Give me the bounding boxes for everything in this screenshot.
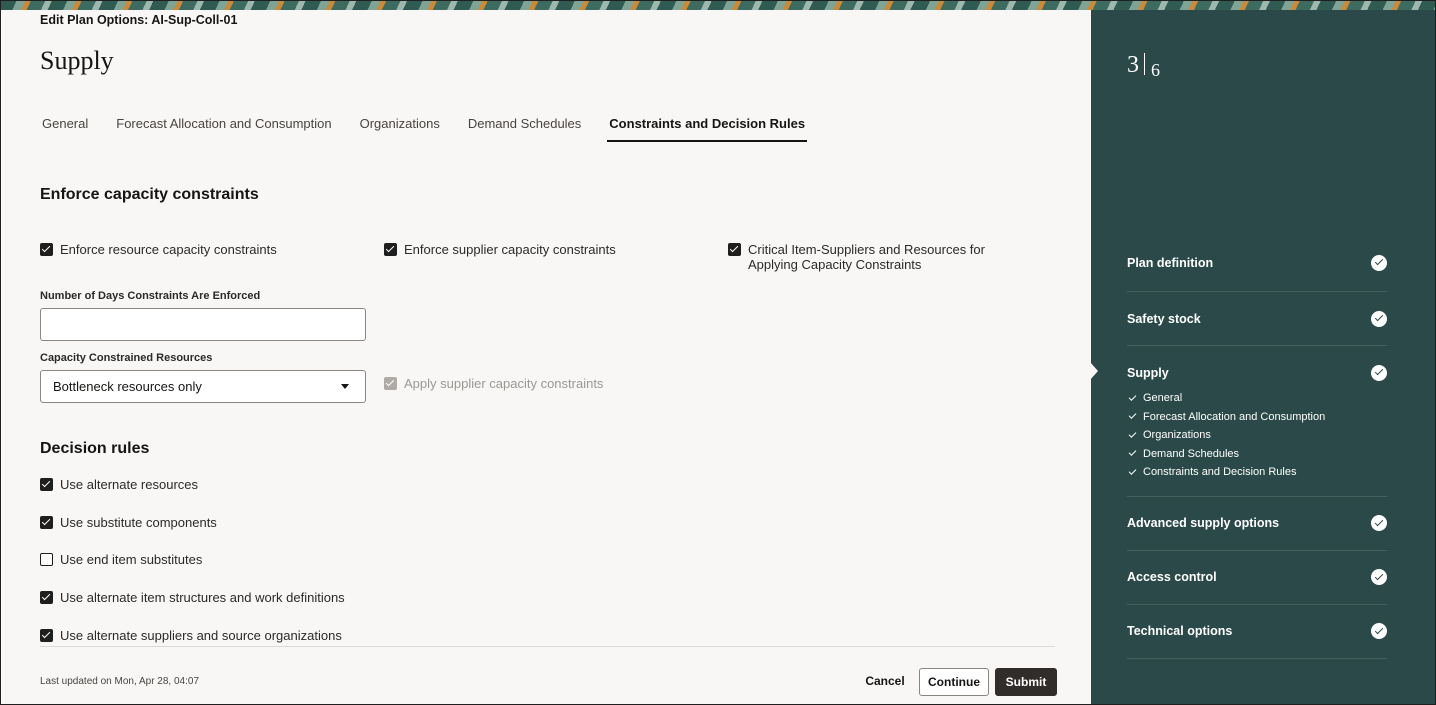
step-access-control[interactable]: Access control <box>1127 551 1387 605</box>
last-updated-text: Last updated on Mon, Apr 28, 04:07 <box>40 676 200 687</box>
capacity-constraints-heading: Enforce capacity constraints <box>40 186 259 203</box>
app-window: Edit Plan Options: AI-Sup-Coll-01 Supply… <box>0 0 1436 705</box>
substep-constraints-decision-rules[interactable]: Constraints and Decision Rules <box>1127 463 1387 482</box>
continue-button[interactable]: Continue <box>919 668 989 696</box>
constrained-resources-label: Capacity Constrained Resources <box>40 352 213 364</box>
supply-substeps: General Forecast Allocation and Consumpt… <box>1127 389 1387 496</box>
apply-supplier-capacity-checkbox: Apply supplier capacity constraints <box>384 376 603 391</box>
step-supply[interactable]: Supply General Forecast Allocation and C… <box>1127 346 1387 497</box>
step-label: Access control <box>1127 570 1217 584</box>
checkbox-label: Apply supplier capacity constraints <box>404 376 604 391</box>
step-list: Plan definition Safety stock Supply Gene… <box>1127 234 1387 659</box>
check-circle-icon <box>1371 623 1387 639</box>
check-circle-icon <box>1371 254 1387 271</box>
checkmark-icon <box>1128 392 1137 401</box>
current-step-number: 3 <box>1127 52 1139 78</box>
substep-general[interactable]: General <box>1127 389 1387 408</box>
checkbox-label: Use alternate resources <box>60 477 199 492</box>
checkbox-label: Use substitute components <box>60 515 217 530</box>
checkbox-checked-icon[interactable] <box>40 243 53 256</box>
cancel-button[interactable]: Cancel <box>860 668 910 694</box>
use-alternate-suppliers-checkbox[interactable]: Use alternate suppliers and source organ… <box>40 628 342 643</box>
checkbox-checked-icon[interactable] <box>728 243 741 256</box>
check-circle-icon <box>1371 364 1387 381</box>
substep-forecast-allocation[interactable]: Forecast Allocation and Consumption <box>1127 408 1387 427</box>
step-advanced-supply-options[interactable]: Advanced supply options <box>1127 497 1387 551</box>
step-label: Safety stock <box>1127 311 1201 326</box>
main-panel: Edit Plan Options: AI-Sup-Coll-01 Supply… <box>2 10 1091 704</box>
substep-demand-schedules[interactable]: Demand Schedules <box>1127 445 1387 464</box>
submit-button[interactable]: Submit <box>995 668 1057 696</box>
step-label: Supply <box>1127 365 1169 380</box>
caret-down-icon <box>341 384 349 389</box>
days-enforced-label: Number of Days Constraints Are Enforced <box>40 290 261 302</box>
checkbox-label: Enforce resource capacity constraints <box>60 242 277 257</box>
substep-label: Organizations <box>1143 429 1211 441</box>
tab-constraints-decision-rules[interactable]: Constraints and Decision Rules <box>607 116 808 142</box>
page-title: Supply <box>40 46 114 75</box>
substep-label: Forecast Allocation and Consumption <box>1143 410 1326 423</box>
checkbox-unchecked-icon[interactable] <box>40 553 53 566</box>
current-step-pointer <box>1090 362 1098 380</box>
enforce-resource-capacity-checkbox[interactable]: Enforce resource capacity constraints <box>40 242 277 257</box>
step-counter: 36 <box>1127 52 1160 80</box>
check-circle-icon <box>1371 310 1387 327</box>
step-label: Advanced supply options <box>1127 516 1280 530</box>
total-steps-number: 6 <box>1151 60 1160 80</box>
tab-bar: General Forecast Allocation and Consumpt… <box>42 116 835 142</box>
checkbox-label: Use end item substitutes <box>60 552 203 567</box>
use-alternate-resources-checkbox[interactable]: Use alternate resources <box>40 477 198 492</box>
select-value: Bottleneck resources only <box>53 379 202 394</box>
check-circle-icon <box>1371 569 1387 585</box>
substep-label: Demand Schedules <box>1143 447 1240 460</box>
checkmark-icon <box>1128 411 1137 420</box>
checkbox-label: Enforce supplier capacity constraints <box>404 242 616 257</box>
checkmark-icon <box>1128 448 1137 457</box>
step-safety-stock[interactable]: Safety stock <box>1127 292 1387 346</box>
checkmark-icon <box>1128 466 1137 475</box>
decision-rules-heading: Decision rules <box>40 440 150 457</box>
checkbox-checked-icon[interactable] <box>40 591 53 604</box>
use-end-item-substitutes-checkbox[interactable]: Use end item substitutes <box>40 552 202 567</box>
enforce-supplier-capacity-checkbox[interactable]: Enforce supplier capacity constraints <box>384 242 616 257</box>
checkbox-disabled-icon <box>384 377 397 390</box>
step-plan-definition[interactable]: Plan definition <box>1127 234 1387 292</box>
checkbox-checked-icon[interactable] <box>384 243 397 256</box>
days-enforced-input[interactable] <box>40 308 366 341</box>
counter-separator <box>1144 53 1145 75</box>
check-circle-icon <box>1371 515 1387 531</box>
decorative-banner <box>1 1 1435 10</box>
tab-organizations[interactable]: Organizations <box>360 116 440 142</box>
checkbox-label: Use alternate suppliers and source organ… <box>60 628 342 643</box>
tab-general[interactable]: General <box>42 116 88 142</box>
checkbox-checked-icon[interactable] <box>40 478 53 491</box>
checkbox-checked-icon[interactable] <box>40 629 53 642</box>
progress-sidebar: 36 Plan definition Safety stock Supply G… <box>1090 10 1435 704</box>
step-technical-options[interactable]: Technical options <box>1127 605 1387 659</box>
critical-item-suppliers-checkbox[interactable]: Critical Item-Suppliers and Resources fo… <box>728 242 1028 272</box>
use-alternate-item-structures-checkbox[interactable]: Use alternate item structures and work d… <box>40 590 345 605</box>
checkbox-label: Use alternate item structures and work d… <box>60 590 345 605</box>
substep-organizations[interactable]: Organizations <box>1127 426 1387 445</box>
substep-label: General <box>1143 392 1183 404</box>
constrained-resources-select[interactable]: Bottleneck resources only <box>40 370 366 403</box>
step-label: Plan definition <box>1127 255 1214 270</box>
breadcrumb: Edit Plan Options: AI-Sup-Coll-01 <box>40 13 238 27</box>
checkmark-icon <box>1128 429 1137 438</box>
checkbox-checked-icon[interactable] <box>40 516 53 529</box>
tab-forecast-allocation[interactable]: Forecast Allocation and Consumption <box>116 116 331 142</box>
substep-label: Constraints and Decision Rules <box>1143 466 1297 478</box>
footer-divider <box>40 646 1055 647</box>
use-substitute-components-checkbox[interactable]: Use substitute components <box>40 515 217 530</box>
tab-demand-schedules[interactable]: Demand Schedules <box>468 116 581 142</box>
step-label: Technical options <box>1127 624 1233 638</box>
checkbox-label: Critical Item-Suppliers and Resources fo… <box>748 242 985 272</box>
